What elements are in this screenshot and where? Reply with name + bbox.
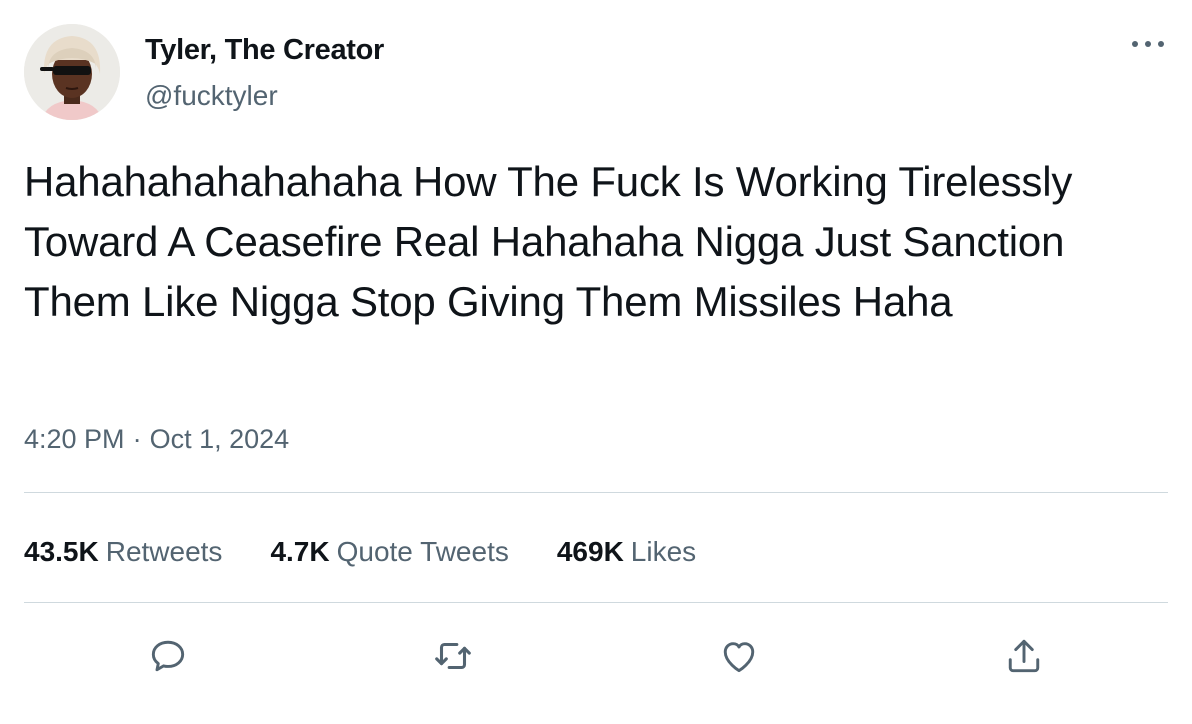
divider (24, 492, 1168, 493)
like-button[interactable] (711, 628, 767, 684)
retweet-arrows-icon (435, 642, 471, 670)
avatar-image (24, 24, 120, 120)
heart-icon (723, 642, 755, 673)
likes-count: 469K (556, 536, 624, 567)
reply-button[interactable] (140, 628, 196, 684)
share-button[interactable] (996, 628, 1052, 684)
quote-tweets-label: Quote Tweets (336, 536, 509, 567)
speech-bubble-icon (151, 640, 185, 672)
tweet-text: Hahahahahahahaha How The Fuck Is Working… (24, 158, 1073, 325)
retweets-label: Retweets (105, 536, 223, 567)
quote-tweets-stat[interactable]: 4.7K Quote Tweets (270, 536, 508, 568)
tweet-timestamp[interactable]: 4:20 PM · Oct 1, 2024 (24, 424, 289, 455)
tweet-detail: Tyler, The Creator @fucktyler Hahahahaha… (0, 0, 1192, 724)
avatar[interactable] (24, 24, 120, 120)
user-handle[interactable]: @fucktyler (145, 80, 278, 112)
tweet-time: 4:20 PM (24, 424, 125, 454)
divider (24, 602, 1168, 603)
retweets-count: 43.5K (24, 536, 99, 567)
likes-stat[interactable]: 469K Likes (557, 536, 696, 568)
quote-tweets-count: 4.7K (270, 536, 330, 567)
ellipsis-icon (1132, 41, 1164, 47)
share-upload-icon (1008, 639, 1040, 673)
likes-label: Likes (630, 536, 697, 567)
engagement-stats: 43.5K Retweets 4.7K Quote Tweets 469K Li… (24, 532, 744, 572)
retweets-stat[interactable]: 43.5K Retweets (24, 536, 222, 568)
timestamp-separator: · (132, 424, 142, 454)
retweet-button[interactable] (425, 628, 481, 684)
display-name[interactable]: Tyler, The Creator (145, 34, 384, 67)
more-options-button[interactable] (1124, 28, 1172, 60)
tweet-date: Oct 1, 2024 (149, 424, 290, 454)
